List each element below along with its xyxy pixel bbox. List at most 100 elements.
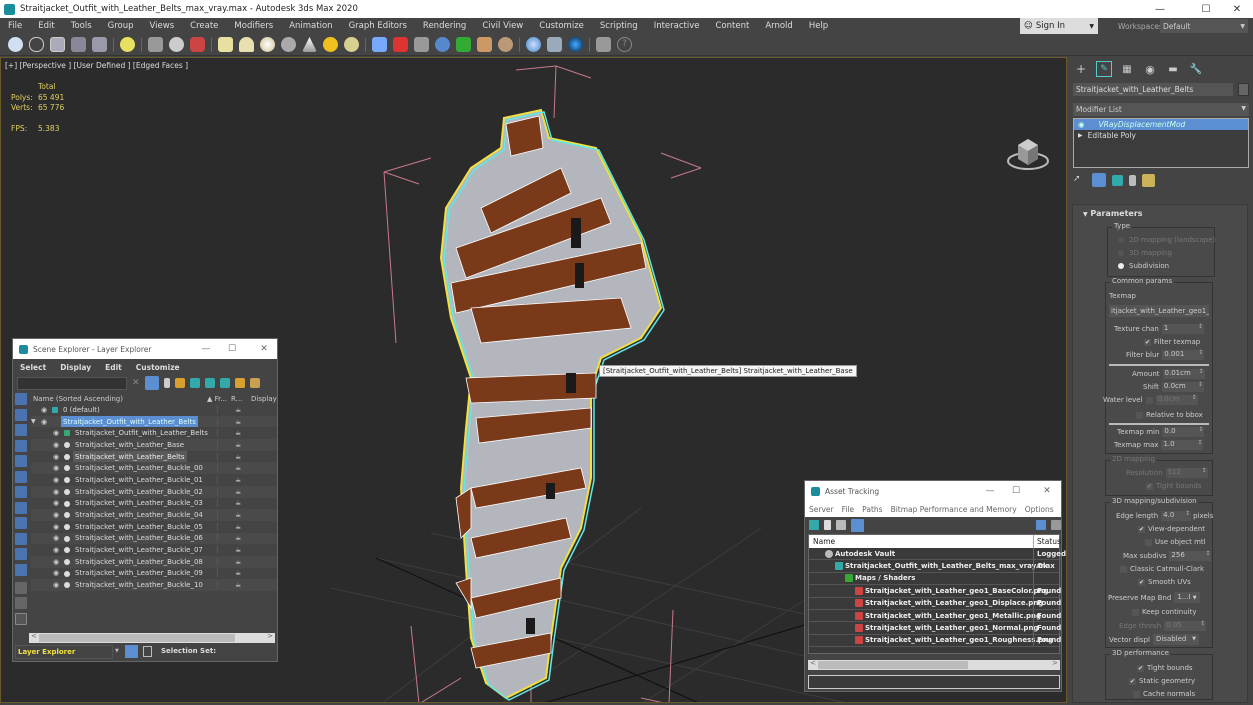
column-display[interactable]: Display (251, 395, 277, 403)
grass-icon[interactable] (456, 37, 471, 52)
menu-civil-view[interactable]: Civil View (474, 21, 531, 31)
minimize-button[interactable]: — (1144, 0, 1176, 18)
layer-explorer-row[interactable]: ◉ Straitjacket_with_Leather_Base │ ☕ (31, 439, 277, 451)
scrollbar-thumb[interactable] (39, 634, 235, 642)
clear-search-icon[interactable]: ✕ (132, 378, 140, 388)
classic-catmull-clark-checkbox[interactable]: Classic Catmull-Clark (1120, 565, 1204, 573)
disc-icon[interactable] (344, 37, 359, 52)
maximize-button[interactable]: ☐ (1003, 481, 1029, 501)
display-frozen-icon[interactable] (15, 548, 27, 560)
filter-texmap-checkbox[interactable]: ✔ Filter texmap (1144, 338, 1200, 346)
display-helpers-icon[interactable] (15, 455, 27, 467)
make-unique-icon[interactable] (1112, 174, 1123, 186)
freeze-toggle[interactable]: │ (215, 523, 219, 531)
render-teapot-icon[interactable]: ☕ (235, 429, 241, 437)
expand-arrow-icon[interactable]: ▼ (31, 418, 36, 425)
view-dependent-checkbox[interactable]: ✔ View-dependent (1138, 525, 1205, 533)
vector-displ-dropdown[interactable]: Disabled ▼ (1152, 634, 1199, 645)
workspaces-dropdown[interactable]: Default ▼ (1160, 19, 1248, 33)
display-xrefs-icon[interactable] (15, 501, 27, 514)
maximize-button[interactable]: ☐ (219, 339, 245, 359)
molecule-icon[interactable] (393, 37, 408, 52)
add-to-layer-icon[interactable] (189, 378, 200, 388)
display-cameras-icon[interactable] (15, 439, 27, 452)
visibility-eye-icon[interactable]: ◉ (53, 511, 59, 519)
menu-display[interactable]: Display (53, 363, 98, 372)
highlight-layer-icon[interactable] (234, 378, 245, 388)
render-teapot-icon[interactable]: ☕ (235, 453, 241, 461)
display-invert-icon[interactable] (15, 612, 27, 625)
light-icon[interactable] (120, 37, 135, 52)
menu-select[interactable]: Select (13, 363, 53, 372)
scroll-left-icon[interactable]: < (810, 659, 816, 667)
render-teapot-icon[interactable]: ☕ (235, 581, 241, 589)
preserve-map-dropdown[interactable]: 1...I ▼ (1174, 592, 1200, 603)
maximize-button[interactable]: ☐ (1190, 0, 1222, 18)
menu-customize[interactable]: Customize (129, 363, 187, 372)
asset-icon[interactable] (547, 37, 562, 52)
freeze-toggle[interactable]: │ (215, 581, 219, 589)
max-subdivs-spinner[interactable]: 256 (1169, 550, 1212, 561)
tight-bounds-3d-checkbox[interactable]: ✔ Tight bounds (1137, 664, 1193, 672)
freeze-toggle[interactable]: │ (215, 453, 219, 461)
layer-explorer-row[interactable]: ◉ Straitjacket_with_Leather_Buckle_01 │ ☕ (31, 474, 277, 486)
asset-row[interactable]: Straitjacket_with_Leather_geo1_Displace.… (809, 597, 1061, 610)
display-spacewarps-icon[interactable] (15, 470, 27, 483)
display-tab-icon[interactable]: ▬ (1165, 61, 1181, 77)
asset-row[interactable]: Straitjacket_with_Leather_geo1_Normal.pn… (809, 622, 1061, 635)
radio-2d-mapping[interactable]: 2D mapping (landscape) (1118, 236, 1215, 244)
render-teapot-icon[interactable]: ☕ (235, 558, 241, 566)
layer-explorer-row[interactable]: ◉ Straitjacket_with_Leather_Buckle_09 │ ☕ (31, 568, 277, 580)
asset-tracking-titlebar[interactable]: Asset Tracking — ☐ ✕ (805, 481, 1061, 501)
display-shapes-icon[interactable] (15, 408, 27, 421)
scene-explorer-titlebar[interactable]: Scene Explorer - Layer Explorer — ☐ ✕ (13, 339, 277, 359)
display-bones-icon[interactable] (15, 517, 27, 529)
render-teapot-icon[interactable]: ☕ (235, 546, 241, 554)
filter-blur-spinner[interactable]: 0.001 (1162, 349, 1205, 360)
render-teapot-icon[interactable]: ☕ (235, 499, 241, 507)
pin-stack-icon[interactable]: ➚ (1073, 174, 1086, 187)
menu-group[interactable]: Group (100, 21, 142, 31)
stack-item-vraydisplacementmod[interactable]: ◉ VRayDisplacementMod (1074, 119, 1248, 130)
configure-sets-icon[interactable] (1142, 173, 1155, 187)
menu-animation[interactable]: Animation (281, 21, 340, 31)
sphere-icon[interactable] (260, 37, 275, 52)
texture-chan-spinner[interactable]: 1 (1161, 323, 1204, 334)
keep-continuity-checkbox[interactable]: Keep continuity (1132, 608, 1197, 616)
asset-row[interactable]: Straitjacket_with_Leather_geo1_Metallic.… (809, 609, 1061, 623)
render-teapot-icon[interactable]: ☕ (235, 534, 241, 542)
layer-explorer-row[interactable]: ◉ Straitjacket_with_Leather_Buckle_04 │ ☕ (31, 509, 277, 521)
display-geometry-icon[interactable] (15, 393, 27, 405)
water-level-spinner[interactable]: 0.0cm (1155, 394, 1198, 405)
camera-icon[interactable] (148, 37, 163, 52)
object-name-field[interactable]: Straitjacket_with_Leather_Belts (1073, 83, 1233, 96)
expand-arrow-icon[interactable]: ▶ (1078, 132, 1083, 139)
teapot-icon[interactable] (8, 37, 23, 52)
layer-explorer-row[interactable]: ◉ Straitjacket_with_Leather_Buckle_03 │ ☕ (31, 498, 277, 510)
asset-row[interactable]: Maps / Shaders (809, 572, 1059, 586)
layer-explorer-row[interactable]: ◉ Straitjacket_with_Leather_Belts │ ☕ (31, 451, 277, 463)
freeze-toggle[interactable]: │ (215, 464, 219, 472)
texmap-button[interactable]: itjacket_with_Leather_geo1_ (1109, 305, 1209, 317)
menu-edit[interactable]: Edit (30, 21, 62, 31)
hierarchy-icon[interactable] (204, 378, 215, 388)
visibility-eye-icon[interactable]: ◉ (53, 429, 59, 437)
smooth-uvs-checkbox[interactable]: ✔ Smooth UVs (1138, 578, 1191, 586)
render-frame-icon[interactable] (50, 37, 65, 52)
layer-explorer-row[interactable]: ◉ 0 (default) │ ☕ (31, 404, 277, 416)
scrollbar-thumb[interactable] (818, 661, 968, 669)
layers-stack-icon[interactable] (219, 378, 230, 388)
layer-explorer-row[interactable]: ◉ Straitjacket_Outfit_with_Leather_Belts │… (31, 427, 277, 439)
menu-file[interactable]: File (0, 21, 30, 31)
menu-scripting[interactable]: Scripting (592, 21, 646, 31)
visibility-eye-icon[interactable]: ◉ (53, 441, 59, 449)
sun-icon[interactable] (323, 37, 338, 52)
material-ball-icon[interactable] (526, 37, 541, 52)
horizontal-scrollbar[interactable]: < > (29, 632, 275, 643)
minimize-button[interactable]: — (977, 481, 1003, 501)
scroll-left-icon[interactable]: < (31, 632, 37, 640)
scroll-right-icon[interactable]: > (267, 632, 273, 640)
texmap-min-spinner[interactable]: 0.0 (1162, 426, 1205, 437)
chevron-down-icon[interactable]: ▼ (115, 648, 119, 654)
create-tab-plus-icon[interactable]: + (1073, 61, 1089, 77)
